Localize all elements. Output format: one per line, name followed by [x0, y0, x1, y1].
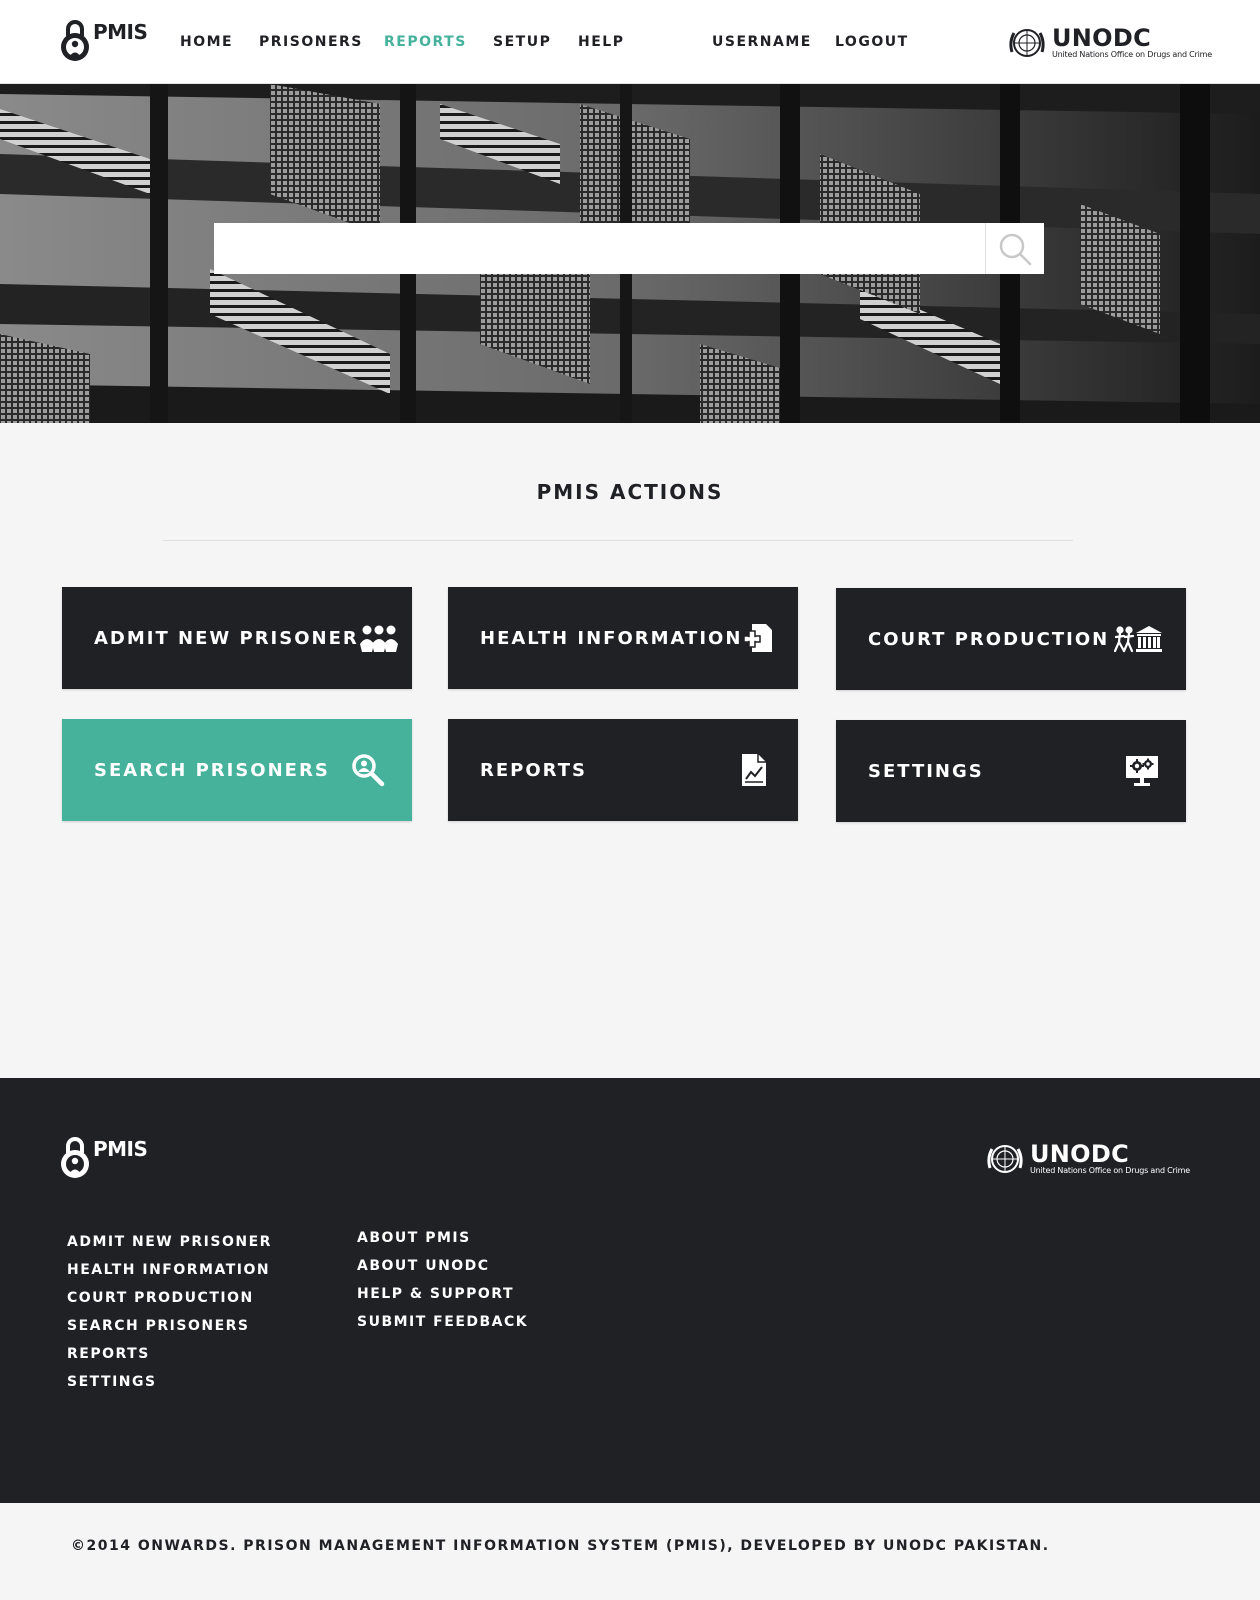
footer-link-about-pmis[interactable]: ABOUT PMIS — [357, 1224, 528, 1252]
tile-reports[interactable]: REPORTS — [448, 719, 798, 821]
tile-label: COURT PRODUCTION — [868, 628, 1110, 650]
unodc-logo[interactable]: UNODC United Nations Office on Drugs and… — [1006, 22, 1212, 64]
tile-label: REPORTS — [480, 759, 587, 781]
footer-link-submit-feedback[interactable]: SUBMIT FEEDBACK — [357, 1308, 528, 1336]
footer-link-reports[interactable]: REPORTS — [67, 1340, 272, 1368]
site-footer: PMIS UNODC United Nations Office on Drug… — [0, 1078, 1260, 1503]
people-group-icon — [359, 618, 399, 658]
footer-pmis-logo[interactable]: PMIS — [59, 1135, 148, 1179]
top-header: PMIS HOME PRISONERS REPORTS SETUP HELP U… — [0, 0, 1260, 84]
un-emblem-icon — [987, 1145, 1023, 1173]
monitor-gears-icon — [1122, 751, 1162, 791]
unodc-name: UNODC — [1030, 1140, 1130, 1168]
footer-link-admit-new-prisoner[interactable]: ADMIT NEW PRISONER — [67, 1228, 272, 1256]
footer-link-settings[interactable]: SETTINGS — [67, 1368, 272, 1396]
nav-reports[interactable]: REPORTS — [384, 34, 467, 50]
unodc-wordmark: UNODC United Nations Office on Drugs and… — [1052, 26, 1212, 60]
unodc-fullname: United Nations Office on Drugs and Crime — [1030, 1166, 1190, 1175]
footer-info-links: ABOUT PMIS ABOUT UNODC HELP & SUPPORT SU… — [357, 1224, 528, 1336]
nav-help[interactable]: HELP — [578, 34, 624, 50]
footer-actions-links: ADMIT NEW PRISONER HEALTH INFORMATION CO… — [67, 1228, 272, 1396]
search-input[interactable] — [214, 223, 985, 274]
search-person-icon — [348, 750, 388, 790]
logo-text: PMIS — [93, 1137, 148, 1161]
search-icon — [999, 233, 1032, 265]
tile-label: SEARCH PRISONERS — [94, 759, 330, 781]
tile-search-prisoners[interactable]: SEARCH PRISONERS — [62, 719, 412, 821]
tile-label: HEALTH INFORMATION — [480, 627, 743, 649]
unodc-name: UNODC — [1052, 24, 1152, 52]
footer-unodc-logo[interactable]: UNODC United Nations Office on Drugs and… — [984, 1138, 1190, 1180]
court-transfer-icon — [1114, 619, 1162, 659]
footer-link-court-production[interactable]: COURT PRODUCTION — [67, 1284, 272, 1312]
pmis-logo[interactable]: PMIS — [59, 18, 148, 62]
tile-settings[interactable]: SETTINGS — [836, 720, 1186, 822]
unodc-wordmark: UNODC United Nations Office on Drugs and… — [1030, 1142, 1190, 1176]
nav-logout[interactable]: LOGOUT — [835, 34, 909, 50]
nav-username[interactable]: USERNAME — [712, 34, 812, 50]
footer-link-about-unodc[interactable]: ABOUT UNODC — [357, 1252, 528, 1280]
hero-banner — [0, 84, 1260, 423]
padlock-icon — [61, 20, 89, 61]
tile-admit-new-prisoner[interactable]: ADMIT NEW PRISONER — [62, 587, 412, 689]
chart-document-icon — [734, 750, 774, 790]
section-title: PMIS ACTIONS — [536, 480, 724, 504]
search-button[interactable] — [985, 223, 1044, 274]
search-bar — [214, 223, 1044, 274]
padlock-icon — [61, 1137, 89, 1178]
footer-link-search-prisoners[interactable]: SEARCH PRISONERS — [67, 1312, 272, 1340]
nav-setup[interactable]: SETUP — [493, 34, 551, 50]
tile-court-production[interactable]: COURT PRODUCTION — [836, 588, 1186, 690]
footer-link-help-support[interactable]: HELP & SUPPORT — [357, 1280, 528, 1308]
footer-link-health-information[interactable]: HEALTH INFORMATION — [67, 1256, 272, 1284]
section-divider — [163, 540, 1073, 541]
tile-label: ADMIT NEW PRISONER — [94, 627, 359, 649]
tile-health-information[interactable]: HEALTH INFORMATION — [448, 587, 798, 689]
nav-home[interactable]: HOME — [180, 34, 233, 50]
medical-file-icon — [742, 618, 774, 658]
tile-label: SETTINGS — [868, 760, 984, 782]
logo-text: PMIS — [93, 20, 148, 44]
un-emblem-icon — [1009, 29, 1045, 57]
unodc-fullname: United Nations Office on Drugs and Crime — [1052, 50, 1212, 59]
copyright-text: ©2014 ONWARDS. PRISON MANAGEMENT INFORMA… — [71, 1538, 1050, 1554]
nav-prisoners[interactable]: PRISONERS — [259, 34, 363, 50]
